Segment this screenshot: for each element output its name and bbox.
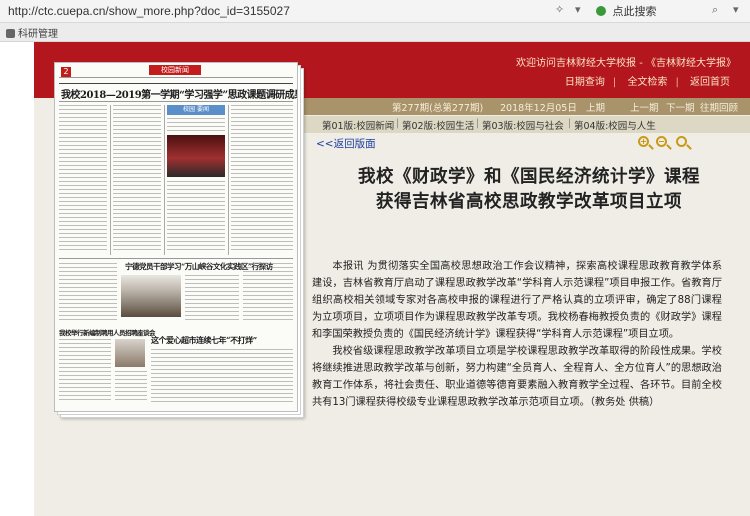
home-link[interactable]: 返回首页 [690, 77, 730, 88]
search-box[interactable]: 点此搜索 [596, 3, 700, 18]
next-issue-link[interactable]: 下一期 [666, 100, 695, 114]
dropdown-arrow-icon[interactable]: ▾ [575, 3, 581, 16]
issue-date: 2018年12月05日 [500, 103, 577, 114]
page-photo [115, 339, 145, 367]
tab-edition-02[interactable]: 第02版:校园生活 [402, 118, 474, 132]
back-to-layout-link[interactable]: <<返回版面 [316, 136, 376, 151]
bookmark-item[interactable]: 科研管理 [6, 25, 58, 40]
page-number: 2 [61, 67, 71, 77]
article-title-line1: 我校《财政学》和《国民经济统计学》课程 [358, 167, 700, 187]
tab-edition-04[interactable]: 第04版:校园与人生 [574, 118, 656, 132]
tab-edition-01[interactable]: 第01版:校园新闻 [322, 118, 394, 132]
page-photo [121, 275, 181, 317]
browser-address-bar[interactable]: http://ctc.cuepa.cn/show_more.php?doc_id… [0, 0, 750, 23]
welcome-text: 欢迎访问吉林财经大学校报 - 《吉林财经大学报》 [516, 58, 736, 69]
current-issue-link[interactable]: 上期 [586, 100, 605, 114]
zoom-reset-icon[interactable] [676, 136, 687, 147]
page-masthead: 校园新闻 [149, 65, 201, 75]
search-engine-icon [596, 6, 606, 16]
search-go-icon[interactable]: ⌕ [712, 3, 718, 17]
search-placeholder: 点此搜索 [612, 5, 657, 18]
tab-edition-03[interactable]: 第03版:校园与社会 [482, 118, 564, 132]
article-paragraph: 本报讯 为贯彻落实全国高校思想政治工作会议精神，探索高校课程思政教育教学体系建设… [312, 261, 722, 340]
date-search-link[interactable]: 日期查询 [565, 77, 605, 88]
issue-number: 第277期(总第277期) [392, 103, 484, 114]
page-photo [167, 135, 225, 177]
issue-bar: 第277期(总第277期) 2018年12月05日 上期 上一期 下一期 往期回… [300, 98, 750, 115]
past-issues-link[interactable]: 往期回顾 [700, 100, 738, 114]
bookmark-icon [6, 29, 15, 38]
zoom-in-icon[interactable] [638, 136, 649, 147]
article-title-line2: 获得吉林省高校思政教学改革项目立项 [376, 192, 682, 212]
left-margin [0, 42, 34, 516]
lightning-icon[interactable]: ✧ [555, 3, 564, 16]
newspaper-page-thumbnail[interactable]: 2 校园新闻 我校2018—2019第一学期“学习强学”思政课题调研成果报 校园… [54, 62, 298, 412]
zoom-out-icon[interactable] [656, 136, 667, 147]
prev-issue-link[interactable]: 上一期 [630, 100, 659, 114]
header-links: 日期查询 | 全文检索 | 返回首页 [564, 77, 730, 88]
url-field[interactable]: http://ctc.cuepa.cn/show_more.php?doc_id… [8, 4, 290, 18]
article-body: 本报讯 为贯彻落实全国高校思想政治工作会议精神，探索高校课程思政教育教学体系建设… [312, 258, 722, 411]
page-tag: 校园 要闻 [167, 105, 225, 115]
page-headline[interactable]: 我校2018—2019第一学期“学习强学”思政课题调研成果报 [61, 86, 297, 101]
menu-dropdown-icon[interactable]: ▾ [733, 3, 739, 16]
bookmark-bar: 科研管理 [0, 23, 750, 42]
page-subheadline[interactable]: 这个爱心超市连续七年“不打烊” [151, 335, 257, 346]
edition-tabs: 第01版:校园新闻 | 第02版:校园生活 | 第03版:校园与社会 | 第04… [300, 116, 750, 133]
page-subheadline[interactable]: 我校举行新编制聘用人员招聘座谈会 [59, 327, 156, 337]
article-paragraph: 我校省级课程思政教学改革项目立项是学校课程思政教学改革取得的阶段性成果。学校将继… [312, 346, 722, 408]
fulltext-search-link[interactable]: 全文检索 [627, 77, 667, 88]
